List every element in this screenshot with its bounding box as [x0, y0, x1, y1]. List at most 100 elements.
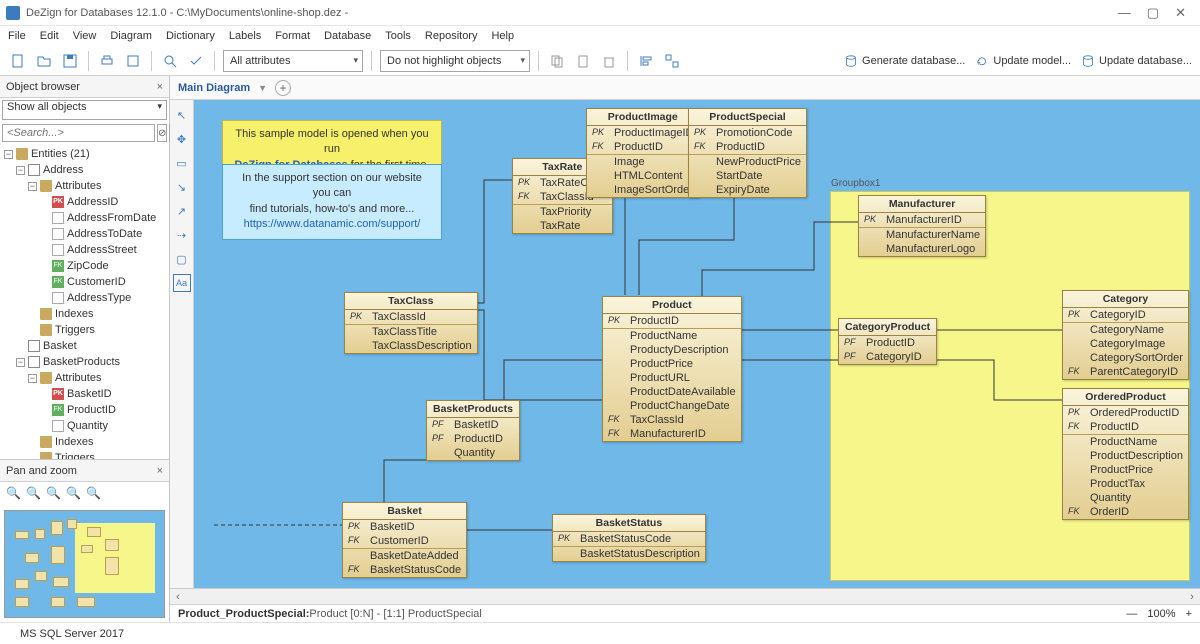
menu-repository[interactable]: Repository — [425, 30, 478, 42]
rel2-tool[interactable]: ↗ — [173, 202, 191, 220]
entity-basket[interactable]: BasketPKBasketIDFKCustomerIDBasketDateAd… — [342, 502, 467, 578]
tree-node[interactable]: −Attributes — [4, 178, 165, 194]
entity-category[interactable]: CategoryPKCategoryIDCategoryNameCategory… — [1062, 290, 1189, 380]
zoom-100-icon[interactable]: 🔍 — [66, 486, 82, 502]
new-button[interactable] — [8, 51, 28, 71]
tree-node[interactable]: Indexes — [4, 434, 165, 450]
find-button[interactable] — [160, 51, 180, 71]
entity-title: BasketProducts — [427, 401, 519, 418]
zoom-region-icon[interactable]: 🔍 — [86, 486, 102, 502]
note-support[interactable]: In the support section on our website yo… — [222, 164, 442, 240]
update-model-link[interactable]: Update model... — [975, 54, 1071, 68]
panzoom-preview[interactable] — [4, 510, 165, 618]
object-tree[interactable]: −Entities (21)−Address−AttributesPKAddre… — [0, 144, 169, 459]
object-browser-title: Object browser — [6, 81, 80, 93]
note-tool[interactable]: ▢ — [173, 250, 191, 268]
tree-node[interactable]: Quantity — [4, 418, 165, 434]
entity-productspecial[interactable]: ProductSpecialPKPromotionCodeFKProductID… — [688, 108, 807, 198]
delete-button[interactable] — [599, 51, 619, 71]
entity-productimage[interactable]: ProductImagePKProductImageIDFKProductIDI… — [586, 108, 699, 198]
menu-diagram[interactable]: Diagram — [110, 30, 152, 42]
tree-node[interactable]: AddressType — [4, 290, 165, 306]
maximize-button[interactable]: ▢ — [1147, 5, 1159, 21]
print-button[interactable] — [97, 51, 117, 71]
entity-categoryproduct[interactable]: CategoryProductPFProductIDPFCategoryID — [838, 318, 937, 365]
verify-button[interactable] — [186, 51, 206, 71]
update-database-link[interactable]: Update database... — [1081, 54, 1192, 68]
tab-main-diagram[interactable]: Main Diagram — [178, 82, 250, 94]
tree-node[interactable]: FKProductID — [4, 402, 165, 418]
menu-database[interactable]: Database — [324, 30, 371, 42]
tab-dropdown-icon[interactable]: ▼ — [258, 83, 267, 93]
highlight-select[interactable]: Do not highlight objects — [380, 50, 530, 72]
entity-row: FKManufacturerID — [603, 427, 741, 441]
tree-node[interactable]: FKZipCode — [4, 258, 165, 274]
status-relation-name: Product_ProductSpecial: — [178, 608, 309, 620]
menu-help[interactable]: Help — [491, 30, 514, 42]
copy-button[interactable] — [547, 51, 567, 71]
panzoom-header: Pan and zoom × — [0, 460, 169, 482]
scroll-left-icon[interactable]: ‹ — [170, 591, 186, 603]
tree-node[interactable]: AddressFromDate — [4, 210, 165, 226]
entity-row: ProductyDescription — [603, 343, 741, 357]
tree-node[interactable]: Indexes — [4, 306, 165, 322]
paste-button[interactable] — [573, 51, 593, 71]
tree-node[interactable]: −Attributes — [4, 370, 165, 386]
open-button[interactable] — [34, 51, 54, 71]
menu-edit[interactable]: Edit — [40, 30, 59, 42]
tree-node[interactable]: Triggers — [4, 450, 165, 459]
menu-format[interactable]: Format — [275, 30, 310, 42]
menu-view[interactable]: View — [73, 30, 97, 42]
entity-basketproducts[interactable]: BasketProductsPFBasketIDPFProductIDQuant… — [426, 400, 520, 461]
add-diagram-button[interactable]: + — [275, 80, 291, 96]
move-tool[interactable]: ✥ — [173, 130, 191, 148]
support-link[interactable]: https://www.datanamic.com/support/ — [244, 218, 421, 230]
zoom-out-icon[interactable]: 🔍 — [26, 486, 42, 502]
entity-row: PFCategoryID — [839, 350, 936, 364]
zoom-minus[interactable]: — — [1126, 608, 1137, 620]
pointer-tool[interactable]: ↖ — [173, 106, 191, 124]
entity-taxclass[interactable]: TaxClassPKTaxClassIdTaxClassTitleTaxClas… — [344, 292, 478, 354]
tree-node[interactable]: PKBasketID — [4, 386, 165, 402]
minimize-button[interactable]: — — [1118, 5, 1131, 21]
save-button[interactable] — [60, 51, 80, 71]
text-tool[interactable]: Aa — [173, 274, 191, 292]
menu-labels[interactable]: Labels — [229, 30, 261, 42]
tree-node[interactable]: Triggers — [4, 322, 165, 338]
entity-orderedproduct[interactable]: OrderedProductPKOrderedProductIDFKProduc… — [1062, 388, 1189, 520]
scroll-right-icon[interactable]: › — [1184, 591, 1200, 603]
tree-node[interactable]: Basket — [4, 338, 165, 354]
tree-node[interactable]: PKAddressID — [4, 194, 165, 210]
panzoom-close[interactable]: × — [157, 465, 163, 477]
tree-node[interactable]: −Address — [4, 162, 165, 178]
align-button[interactable] — [636, 51, 656, 71]
tree-node[interactable]: AddressToDate — [4, 226, 165, 242]
generate-database-link[interactable]: Generate database... — [844, 54, 965, 68]
h-scrollbar[interactable]: ‹ › — [170, 588, 1200, 604]
object-browser-close[interactable]: × — [157, 81, 163, 93]
tree-node[interactable]: −BasketProducts — [4, 354, 165, 370]
object-search-input[interactable] — [2, 124, 155, 142]
menu-tools[interactable]: Tools — [385, 30, 411, 42]
zoom-in-icon[interactable]: 🔍 — [6, 486, 22, 502]
object-filter-select[interactable]: Show all objects — [2, 100, 167, 120]
entity-basketstatus[interactable]: BasketStatusPKBasketStatusCodeBasketStat… — [552, 514, 706, 562]
rel3-tool[interactable]: ⇢ — [173, 226, 191, 244]
search-clear-button[interactable]: ⊘ — [157, 124, 167, 142]
zoom-fit-icon[interactable]: 🔍 — [46, 486, 62, 502]
tree-node[interactable]: FKCustomerID — [4, 274, 165, 290]
attributes-select[interactable]: All attributes — [223, 50, 363, 72]
menu-dictionary[interactable]: Dictionary — [166, 30, 215, 42]
tree-root[interactable]: −Entities (21) — [4, 146, 165, 162]
menu-file[interactable]: File — [8, 30, 26, 42]
rel1-tool[interactable]: ↘ — [173, 178, 191, 196]
layout-button[interactable] — [662, 51, 682, 71]
diagram-canvas[interactable]: Groupbox1 This sample model is opened wh… — [194, 100, 1200, 588]
print-preview-button[interactable] — [123, 51, 143, 71]
zoom-plus[interactable]: + — [1186, 608, 1192, 620]
entity-tool[interactable]: ▭ — [173, 154, 191, 172]
close-button[interactable]: ✕ — [1175, 5, 1186, 21]
entity-manufacturer[interactable]: ManufacturerPKManufacturerIDManufacturer… — [858, 195, 986, 257]
tree-node[interactable]: AddressStreet — [4, 242, 165, 258]
entity-product[interactable]: ProductPKProductIDProductNameProductyDes… — [602, 296, 742, 442]
